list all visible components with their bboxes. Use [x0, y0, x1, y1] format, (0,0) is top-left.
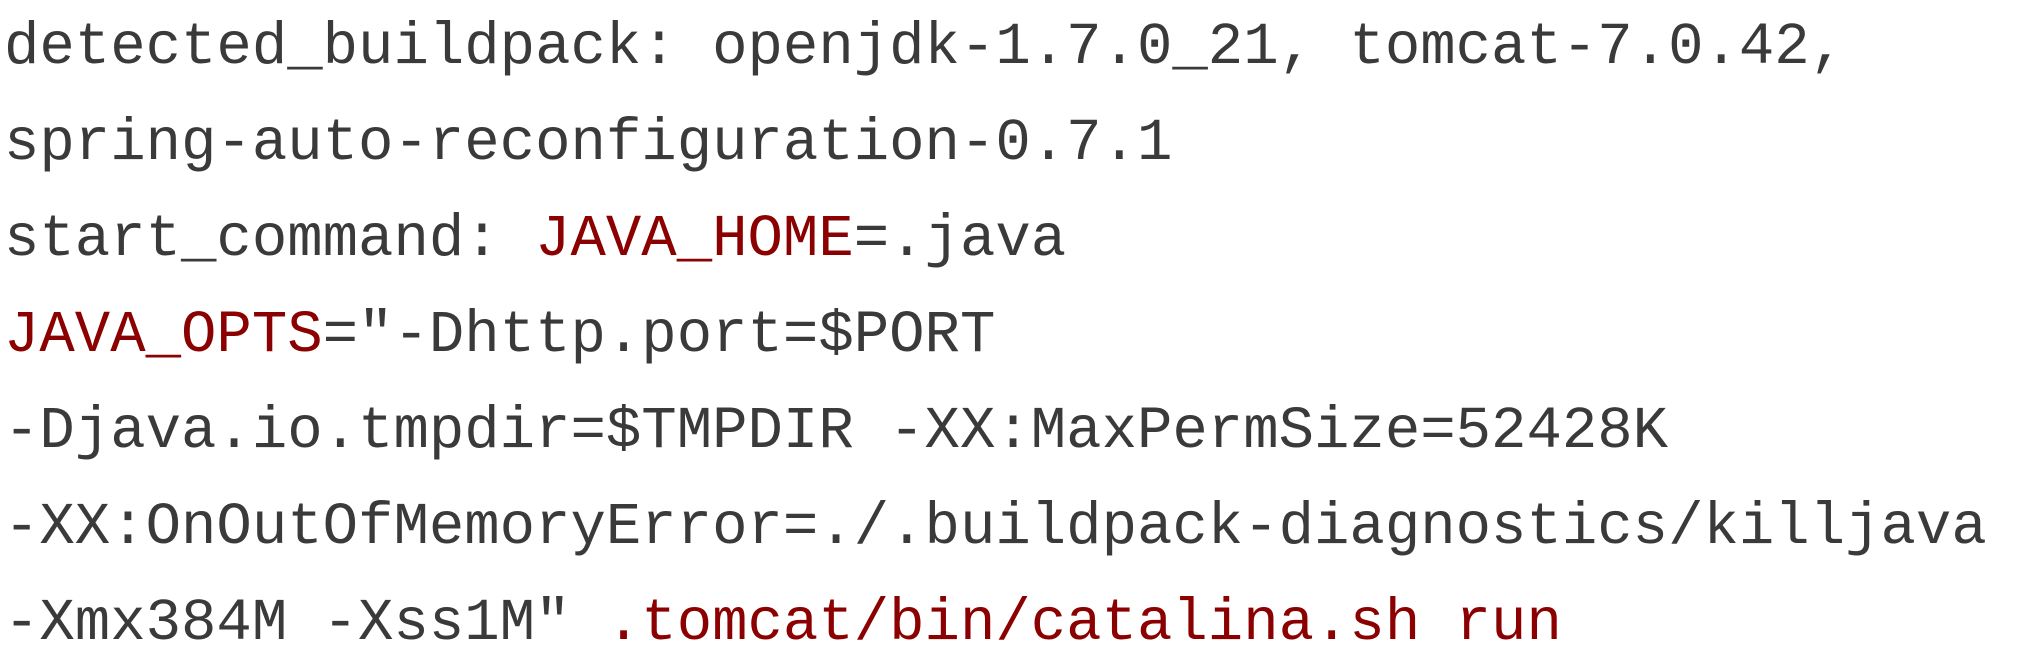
code-text-token: -Xmx384M -Xss1M" — [4, 590, 606, 657]
code-line: -Djava.io.tmpdir=$TMPDIR -XX:MaxPermSize… — [0, 384, 2024, 480]
code-text-token: spring-auto-reconfiguration-0.7.1 — [4, 110, 1173, 177]
command-path-token: .tomcat/bin/catalina.sh run — [605, 590, 1562, 657]
code-text-token: -XX:OnOutOfMemoryError=./.buildpack-diag… — [4, 494, 1987, 561]
code-text-token: -Djava.io.tmpdir=$TMPDIR -XX:MaxPermSize… — [4, 398, 1669, 465]
code-text-token: =.java — [853, 206, 1067, 273]
code-line: start_command: JAVA_HOME=.java — [0, 192, 2024, 288]
env-variable-token: JAVA_HOME — [535, 206, 854, 273]
code-line: detected_buildpack: openjdk-1.7.0_21, to… — [0, 0, 2024, 96]
env-variable-token: JAVA_OPTS — [4, 302, 323, 369]
code-line: -Xmx384M -Xss1M" .tomcat/bin/catalina.sh… — [0, 576, 2024, 672]
code-text-token: detected_buildpack: openjdk-1.7.0_21, to… — [4, 14, 1846, 81]
code-text-token: ="-Dhttp.port=$PORT — [322, 302, 996, 369]
code-line: JAVA_OPTS="-Dhttp.port=$PORT — [0, 288, 2024, 384]
code-line: spring-auto-reconfiguration-0.7.1 — [0, 96, 2024, 192]
code-text-token: start_command: — [4, 206, 536, 273]
code-line: -XX:OnOutOfMemoryError=./.buildpack-diag… — [0, 480, 2024, 576]
code-block: detected_buildpack: openjdk-1.7.0_21, to… — [0, 0, 2024, 672]
